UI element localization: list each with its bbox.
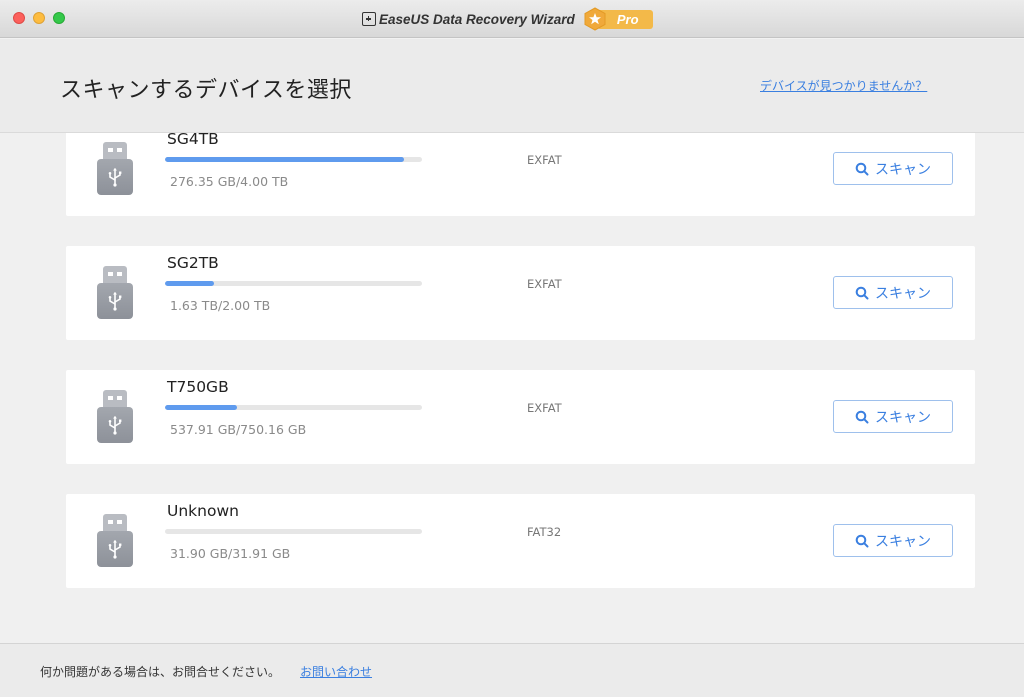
usage-bar-fill [165,281,214,286]
scan-button[interactable]: スキャン [833,276,953,309]
usage-bar [165,405,422,410]
usb-drive-icon [95,142,135,198]
pro-badge: Pro [583,7,653,31]
scan-button[interactable]: スキャン [833,152,953,185]
scan-button[interactable]: スキャン [833,400,953,433]
search-icon [855,534,869,548]
header: スキャンするデバイスを選択 デバイスが見つかりませんか？ [0,39,1024,133]
scan-button[interactable]: スキャン [833,524,953,557]
filesystem-label: EXFAT [527,277,562,291]
page-title: スキャンするデバイスを選択 [60,78,352,103]
usage-bar [165,281,422,286]
device-size: 1.63 TB/2.00 TB [170,298,271,313]
device-name: SG2TB [167,254,219,272]
usb-drive-icon [95,390,135,446]
device-size: 31.90 GB/31.91 GB [170,546,291,561]
device-card[interactable]: Unknown 31.90 GB/31.91 GB FAT32 スキャン [66,494,975,588]
title-bar: EaseUS Data Recovery Wizard Pro [0,0,1024,38]
filesystem-label: EXFAT [527,153,562,167]
usb-drive-icon [95,266,135,322]
app-window: EaseUS Data Recovery Wizard Pro スキャンするデバ… [0,0,1024,697]
scan-button-label: スキャン [875,409,931,426]
device-card[interactable]: SG4TB 276.35 GB/4.00 TB EXFAT スキャン [66,133,975,216]
minimize-window-button[interactable] [33,12,45,24]
device-size: 276.35 GB/4.00 TB [170,174,289,189]
device-name: T750GB [167,378,229,396]
search-icon [855,162,869,176]
footer: 何か問題がある場合は、お問合せください。 お問い合わせ [0,643,1024,697]
device-name: Unknown [167,502,239,520]
scan-button-label: スキャン [875,533,931,550]
scan-button-label: スキャン [875,285,931,302]
close-window-button[interactable] [13,12,25,24]
search-icon [855,286,869,300]
usage-bar-fill [165,157,404,162]
usage-bar [165,157,422,162]
app-title: EaseUS Data Recovery Wizard [379,11,575,27]
filesystem-label: EXFAT [527,401,562,415]
device-card[interactable]: SG2TB 1.63 TB/2.00 TB EXFAT スキャン [66,246,975,340]
usb-drive-icon [95,514,135,570]
filesystem-label: FAT32 [527,525,562,539]
device-name: SG4TB [167,133,219,148]
zoom-window-button[interactable] [53,12,65,24]
device-size: 537.91 GB/750.16 GB [170,422,307,437]
usage-bar [165,529,422,534]
footer-text: 何か問題がある場合は、お問合せください。 [40,665,281,679]
device-list[interactable]: SG4TB 276.35 GB/4.00 TB EXFAT スキャン SG2TB… [0,133,1024,643]
app-title-group: EaseUS Data Recovery Wizard Pro [362,7,653,31]
device-card[interactable]: T750GB 537.91 GB/750.16 GB EXFAT スキャン [66,370,975,464]
scan-button-label: スキャン [875,161,931,178]
star-icon [584,7,606,31]
device-not-found-link[interactable]: デバイスが見つかりませんか？ [760,77,927,94]
usage-bar-fill [165,405,237,410]
pro-label: Pro [616,12,639,27]
contact-link[interactable]: お問い合わせ [300,663,372,680]
search-icon [855,410,869,424]
app-logo-icon [362,12,376,26]
